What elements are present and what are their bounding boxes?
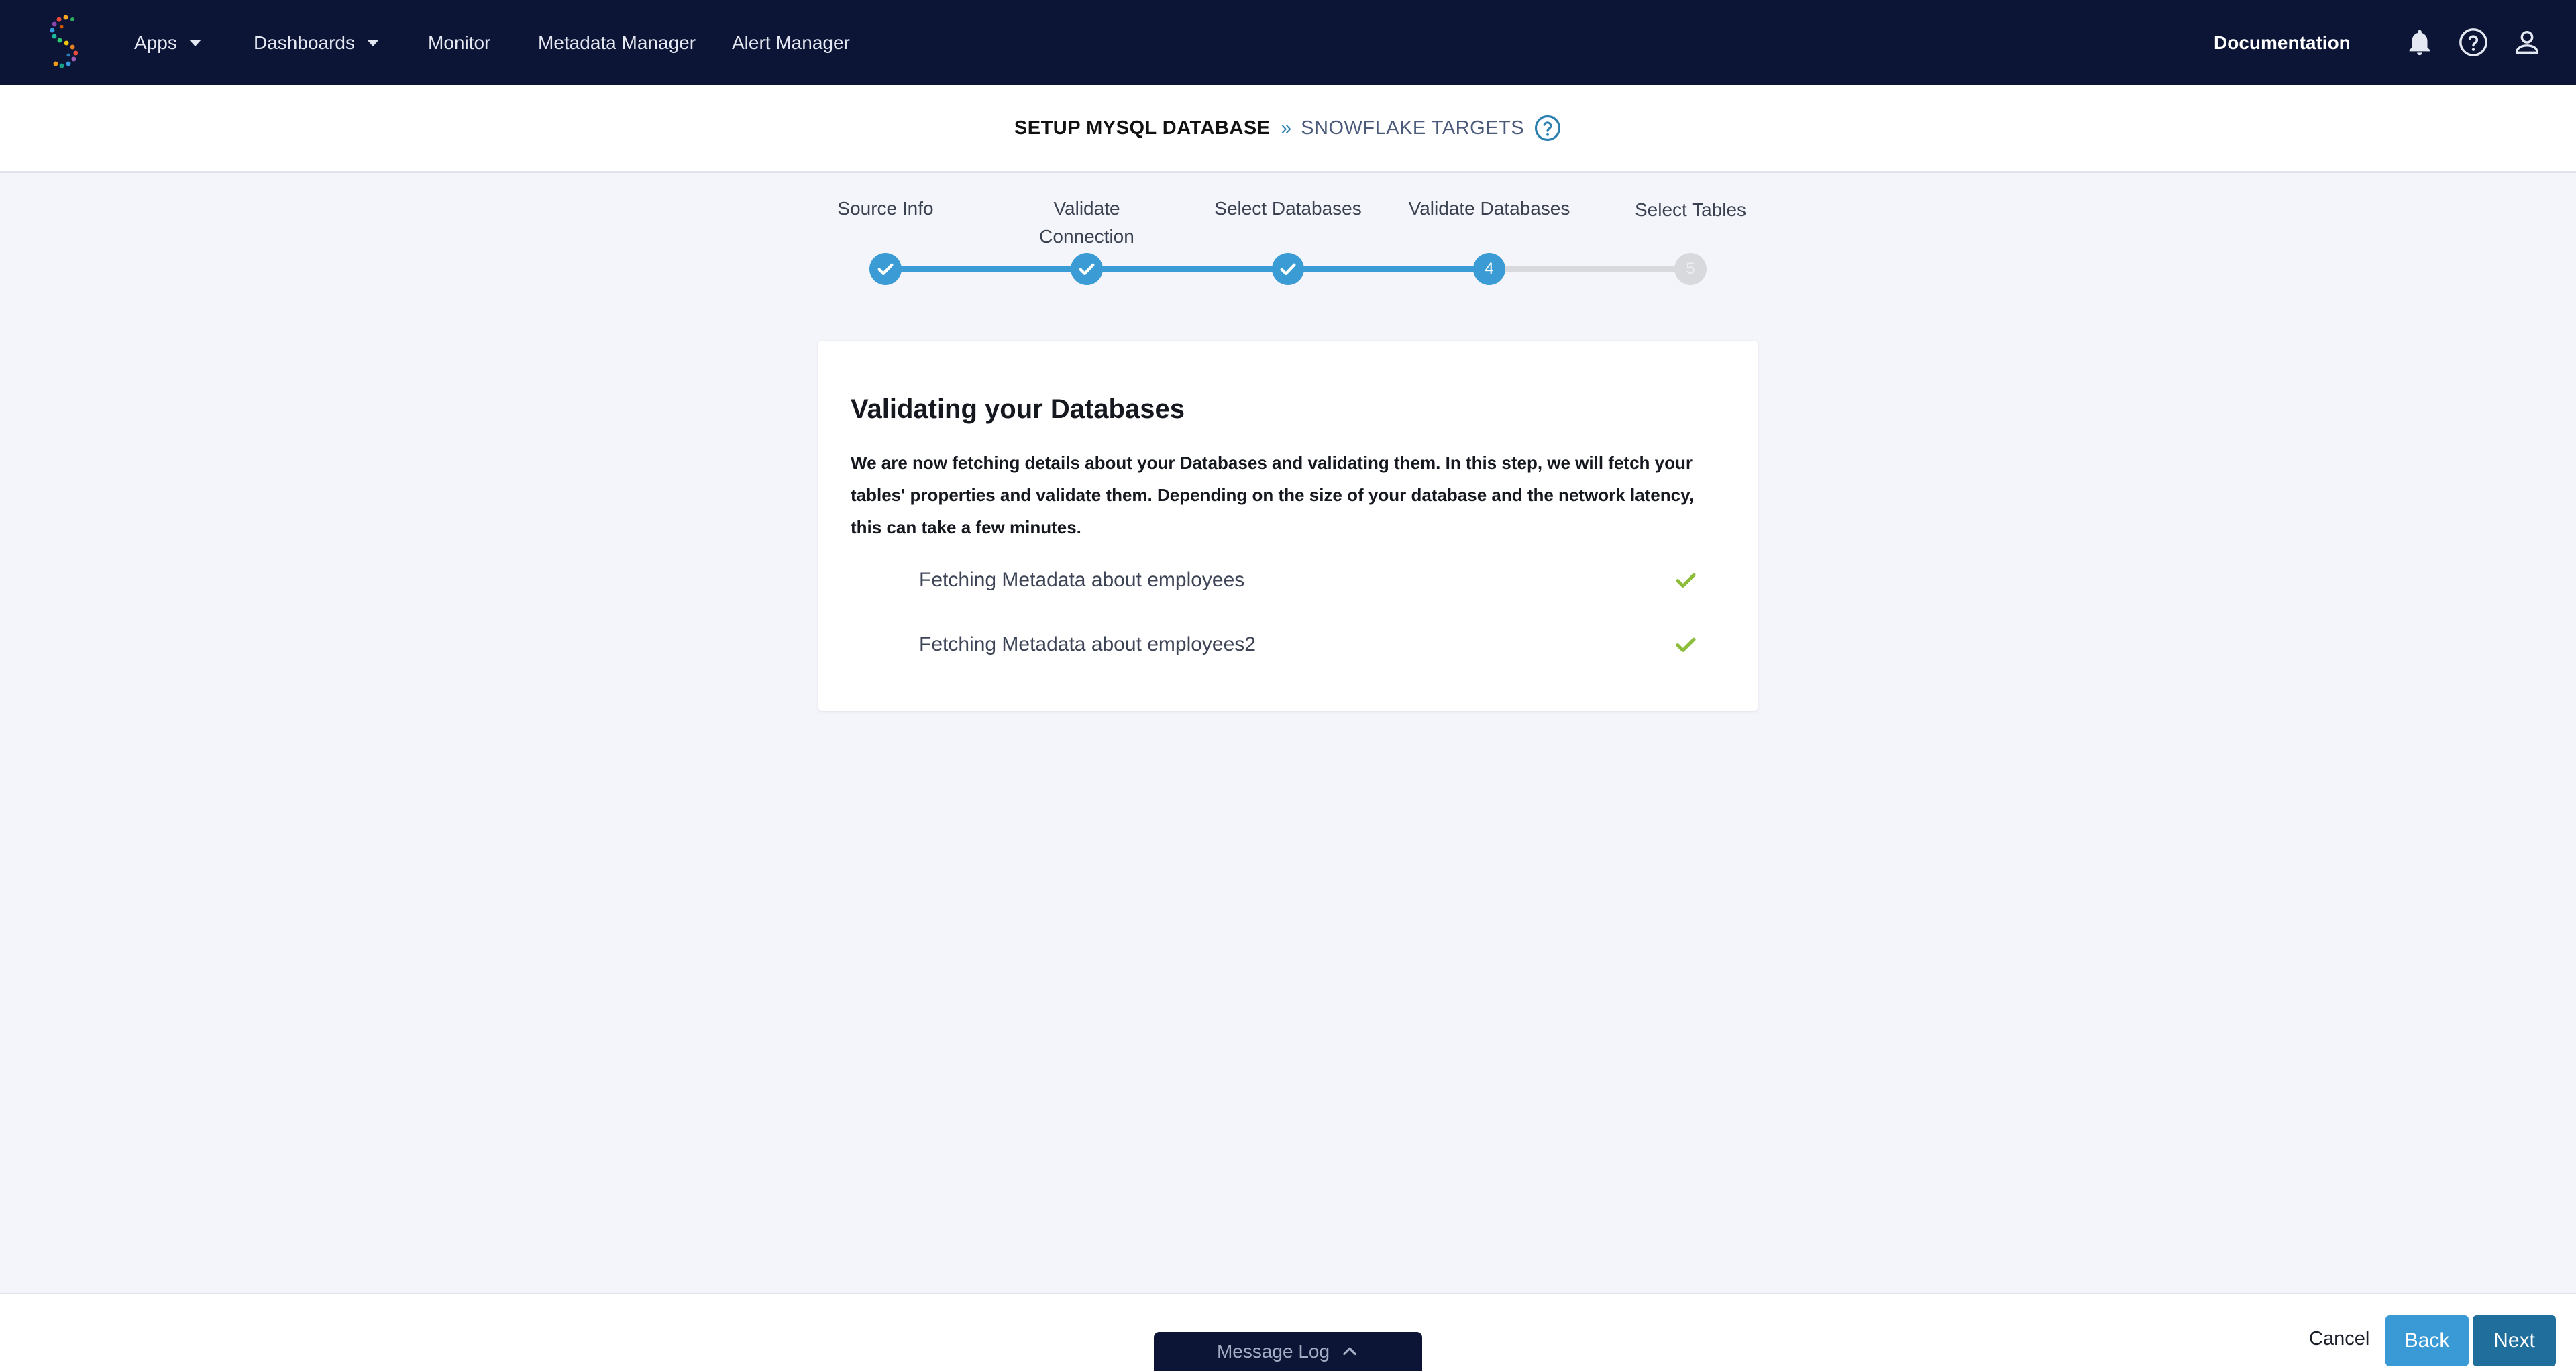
page-subtitle: SNOWFLAKE TARGETS bbox=[1301, 117, 1525, 139]
wizard-title-bar: SETUP MYSQL DATABASE » SNOWFLAKE TARGETS bbox=[0, 85, 2576, 173]
documentation-link[interactable]: Documentation bbox=[2214, 0, 2351, 85]
check-icon bbox=[1676, 573, 1696, 588]
back-button[interactable]: Back bbox=[2385, 1315, 2469, 1366]
step-label-validate-connection: Validate Connection bbox=[1039, 198, 1134, 247]
step-label-select-databases: Select Databases bbox=[1214, 198, 1362, 219]
step-connector bbox=[1288, 266, 1489, 272]
nav-dashboards-label: Dashboards bbox=[254, 32, 355, 53]
check-icon bbox=[877, 263, 894, 275]
wizard-stepper: Source Info Validate Connection Select Da… bbox=[0, 188, 2576, 295]
help-icon[interactable] bbox=[1534, 114, 1562, 142]
task-row: Fetching Metadata about employees bbox=[919, 561, 1697, 601]
cancel-button[interactable]: Cancel bbox=[2305, 1327, 2373, 1351]
check-icon bbox=[1676, 637, 1696, 653]
next-button[interactable]: Next bbox=[2473, 1315, 2556, 1366]
nav-apps-label: Apps bbox=[134, 32, 177, 53]
step-1-complete[interactable] bbox=[869, 253, 902, 285]
validation-card: Validating your Databases We are now fet… bbox=[818, 341, 1758, 711]
app-logo-icon[interactable] bbox=[46, 13, 86, 70]
page-title: SETUP MYSQL DATABASE bbox=[1014, 117, 1271, 139]
step-connector bbox=[885, 266, 1087, 272]
check-icon bbox=[1280, 263, 1296, 275]
nav-dashboards-menu[interactable]: Dashboards bbox=[254, 0, 379, 85]
nav-apps-menu[interactable]: Apps bbox=[134, 0, 201, 85]
step-connector bbox=[1489, 266, 1690, 272]
bell-icon[interactable] bbox=[2404, 27, 2435, 58]
step-5-pending: 5 bbox=[1674, 253, 1707, 285]
wizard-footer: Message Log Cancel Back Next bbox=[0, 1293, 2576, 1371]
top-navigation-bar: Apps Dashboards Monitor Metadata Manager… bbox=[0, 0, 2576, 85]
task-label: Fetching Metadata about employees bbox=[919, 569, 1245, 591]
card-title: Validating your Databases bbox=[851, 394, 1185, 424]
check-icon bbox=[1079, 263, 1095, 275]
nav-alert-manager-link[interactable]: Alert Manager bbox=[732, 0, 850, 85]
help-icon[interactable] bbox=[2458, 27, 2489, 58]
message-log-toggle[interactable]: Message Log bbox=[1154, 1332, 1422, 1371]
step-connector bbox=[1087, 266, 1288, 272]
step-2-complete[interactable] bbox=[1071, 253, 1103, 285]
chevron-up-icon bbox=[1343, 1347, 1356, 1356]
message-log-label: Message Log bbox=[1216, 1341, 1330, 1362]
breadcrumb: SETUP MYSQL DATABASE » SNOWFLAKE TARGETS bbox=[0, 85, 2576, 171]
step-3-complete[interactable] bbox=[1272, 253, 1304, 285]
card-description: We are now fetching details about your D… bbox=[851, 453, 1694, 537]
step-label-select-tables: Select Tables bbox=[1634, 199, 1747, 220]
chevron-down-icon bbox=[366, 39, 379, 46]
nav-metadata-manager-link[interactable]: Metadata Manager bbox=[538, 0, 696, 85]
step-4-active[interactable]: 4 bbox=[1473, 253, 1505, 285]
chevron-down-icon bbox=[189, 39, 201, 46]
double-chevron-right-icon: » bbox=[1281, 117, 1292, 138]
nav-monitor-link[interactable]: Monitor bbox=[428, 0, 490, 85]
user-icon[interactable] bbox=[2512, 27, 2542, 58]
task-label: Fetching Metadata about employees2 bbox=[919, 633, 1256, 655]
step-label-source-info: Source Info bbox=[837, 198, 934, 219]
task-row: Fetching Metadata about employees2 bbox=[919, 625, 1697, 665]
step-label-validate-databases: Validate Databases bbox=[1408, 198, 1570, 219]
